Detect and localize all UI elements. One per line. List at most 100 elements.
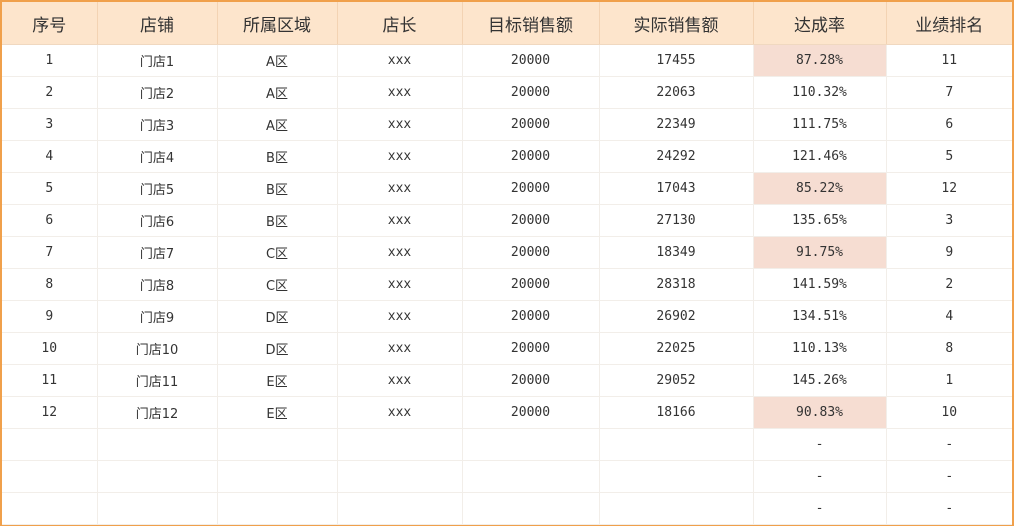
cell-region[interactable]: D区 [217, 300, 338, 333]
cell-index[interactable]: 10 [2, 332, 98, 365]
cell-region[interactable] [217, 460, 338, 493]
cell-target-sales[interactable]: 20000 [462, 76, 600, 109]
cell-store[interactable] [97, 428, 218, 461]
cell-rank[interactable]: 11 [886, 44, 1012, 77]
cell-actual-sales[interactable]: 26902 [599, 300, 754, 333]
cell-target-sales[interactable]: 20000 [462, 108, 600, 141]
cell-manager[interactable]: xxx [337, 204, 463, 237]
cell-index[interactable] [2, 460, 98, 493]
cell-store[interactable]: 门店4 [97, 140, 218, 173]
cell-rank[interactable]: 4 [886, 300, 1012, 333]
cell-actual-sales[interactable]: 22025 [599, 332, 754, 365]
cell-region[interactable]: C区 [217, 236, 338, 269]
cell-store[interactable]: 门店1 [97, 44, 218, 77]
cell-region[interactable]: A区 [217, 44, 338, 77]
cell-achievement-rate[interactable]: 111.75% [753, 108, 887, 141]
cell-actual-sales[interactable]: 18166 [599, 396, 754, 429]
cell-store[interactable]: 门店11 [97, 364, 218, 397]
cell-index[interactable]: 7 [2, 236, 98, 269]
cell-store[interactable]: 门店3 [97, 108, 218, 141]
cell-region[interactable]: B区 [217, 172, 338, 205]
cell-index[interactable] [2, 428, 98, 461]
cell-rank[interactable]: 6 [886, 108, 1012, 141]
cell-index[interactable]: 12 [2, 396, 98, 429]
cell-rank[interactable]: 8 [886, 332, 1012, 365]
cell-rank[interactable]: - [886, 492, 1012, 525]
cell-actual-sales[interactable]: 28318 [599, 268, 754, 301]
cell-region[interactable]: D区 [217, 332, 338, 365]
cell-region[interactable]: E区 [217, 396, 338, 429]
cell-actual-sales[interactable]: 17043 [599, 172, 754, 205]
cell-index[interactable]: 4 [2, 140, 98, 173]
cell-rank[interactable]: 2 [886, 268, 1012, 301]
cell-target-sales[interactable] [462, 428, 600, 461]
cell-manager[interactable]: xxx [337, 364, 463, 397]
header-cell-region[interactable]: 所属区域 [217, 2, 338, 45]
cell-index[interactable]: 8 [2, 268, 98, 301]
cell-achievement-rate[interactable]: - [753, 460, 887, 493]
cell-achievement-rate[interactable]: 90.83% [753, 396, 887, 429]
cell-manager[interactable]: xxx [337, 172, 463, 205]
cell-manager[interactable]: xxx [337, 108, 463, 141]
cell-rank[interactable]: 7 [886, 76, 1012, 109]
cell-region[interactable] [217, 492, 338, 525]
cell-actual-sales[interactable]: 22063 [599, 76, 754, 109]
cell-region[interactable] [217, 428, 338, 461]
cell-actual-sales[interactable]: 22349 [599, 108, 754, 141]
cell-index[interactable] [2, 492, 98, 525]
cell-rank[interactable]: 9 [886, 236, 1012, 269]
cell-achievement-rate[interactable]: 121.46% [753, 140, 887, 173]
cell-manager[interactable]: xxx [337, 140, 463, 173]
cell-actual-sales[interactable]: 27130 [599, 204, 754, 237]
cell-actual-sales[interactable]: 29052 [599, 364, 754, 397]
cell-achievement-rate[interactable]: 85.22% [753, 172, 887, 205]
cell-achievement-rate[interactable]: - [753, 492, 887, 525]
cell-manager[interactable]: xxx [337, 300, 463, 333]
cell-store[interactable]: 门店9 [97, 300, 218, 333]
cell-achievement-rate[interactable]: - [753, 428, 887, 461]
cell-actual-sales[interactable]: 17455 [599, 44, 754, 77]
cell-index[interactable]: 9 [2, 300, 98, 333]
cell-rank[interactable]: 3 [886, 204, 1012, 237]
cell-target-sales[interactable]: 20000 [462, 332, 600, 365]
header-cell-actual-sales[interactable]: 实际销售额 [599, 2, 754, 45]
cell-target-sales[interactable]: 20000 [462, 44, 600, 77]
cell-index[interactable]: 6 [2, 204, 98, 237]
cell-manager[interactable]: xxx [337, 396, 463, 429]
cell-target-sales[interactable]: 20000 [462, 204, 600, 237]
cell-target-sales[interactable]: 20000 [462, 172, 600, 205]
cell-target-sales[interactable] [462, 460, 600, 493]
header-cell-rank[interactable]: 业绩排名 [886, 2, 1012, 45]
cell-rank[interactable]: - [886, 460, 1012, 493]
cell-store[interactable] [97, 492, 218, 525]
cell-store[interactable] [97, 460, 218, 493]
cell-manager[interactable]: xxx [337, 268, 463, 301]
cell-target-sales[interactable]: 20000 [462, 268, 600, 301]
cell-store[interactable]: 门店8 [97, 268, 218, 301]
header-cell-manager[interactable]: 店长 [337, 2, 463, 45]
cell-manager[interactable] [337, 460, 463, 493]
cell-region[interactable]: E区 [217, 364, 338, 397]
cell-region[interactable]: A区 [217, 76, 338, 109]
cell-achievement-rate[interactable]: 87.28% [753, 44, 887, 77]
cell-achievement-rate[interactable]: 145.26% [753, 364, 887, 397]
header-cell-target-sales[interactable]: 目标销售额 [462, 2, 600, 45]
cell-achievement-rate[interactable]: 141.59% [753, 268, 887, 301]
cell-index[interactable]: 1 [2, 44, 98, 77]
cell-store[interactable]: 门店6 [97, 204, 218, 237]
cell-store[interactable]: 门店12 [97, 396, 218, 429]
cell-rank[interactable]: 10 [886, 396, 1012, 429]
cell-region[interactable]: A区 [217, 108, 338, 141]
cell-manager[interactable] [337, 492, 463, 525]
cell-index[interactable]: 2 [2, 76, 98, 109]
cell-index[interactable]: 3 [2, 108, 98, 141]
cell-rank[interactable]: 12 [886, 172, 1012, 205]
header-cell-index[interactable]: 序号 [2, 2, 98, 45]
cell-target-sales[interactable]: 20000 [462, 364, 600, 397]
cell-region[interactable]: B区 [217, 140, 338, 173]
cell-manager[interactable]: xxx [337, 44, 463, 77]
cell-target-sales[interactable]: 20000 [462, 396, 600, 429]
cell-manager[interactable]: xxx [337, 76, 463, 109]
cell-actual-sales[interactable]: 24292 [599, 140, 754, 173]
cell-achievement-rate[interactable]: 135.65% [753, 204, 887, 237]
